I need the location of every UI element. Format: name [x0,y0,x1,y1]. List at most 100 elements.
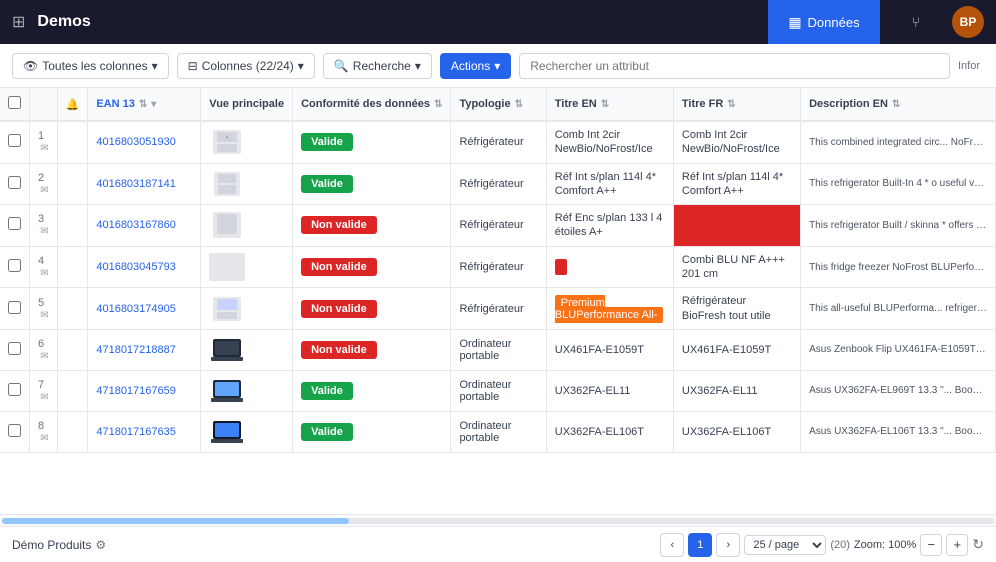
filter-icon-ean[interactable]: ▾ [151,99,156,110]
descen-cell: Asus UX362FA-EL969T 13.3 "... Book PC To… [801,370,996,411]
row-number: 5 [38,297,44,309]
conformite-badge: Non valide [301,300,377,318]
tab-donnees[interactable]: ▦ Données [768,0,879,44]
grid-icon[interactable]: ⊞ [12,12,25,32]
actions-button[interactable]: Actions ▾ [440,53,511,79]
tab-workflow[interactable]: ⑂ [892,0,940,44]
message-icon[interactable]: ✉ [40,226,48,237]
infor-label: Infor [958,60,984,72]
attribute-search-input[interactable] [519,53,950,79]
typo-cell: Réfrigérateur [451,121,546,163]
th-titreen[interactable]: Titre EN ⇅ [546,88,673,121]
message-icon[interactable]: ✉ [40,433,48,444]
ean13-cell: 4718017167659 [88,370,201,411]
ean13-cell: 4718017218887 [88,329,201,370]
horizontal-scrollbar[interactable] [0,514,996,526]
search-filter-button[interactable]: 🔍 Recherche ▾ [323,53,432,79]
row-number-cell: 4 ✉ [30,246,58,288]
row-checkbox[interactable] [8,342,21,355]
th-ean13[interactable]: EAN 13 ⇅ ▾ [88,88,201,121]
scrollbar-thumb [2,518,349,524]
row-checkbox[interactable] [8,424,21,437]
row-checkbox[interactable] [8,217,21,230]
product-thumbnail [209,170,245,198]
row-number-cell: 6 ✉ [30,329,58,370]
ean13-cell: 4718017167635 [88,411,201,452]
conformite-badge: Valide [301,382,353,400]
row-number: 6 [38,338,44,350]
message-icon[interactable]: ✉ [40,392,48,403]
th-descen[interactable]: Description EN ⇅ [801,88,996,121]
prev-page-button[interactable]: ‹ [660,533,684,557]
row-checkbox[interactable] [8,259,21,272]
th-vue[interactable]: Vue principale [201,88,293,121]
row-checkbox[interactable] [8,383,21,396]
conformite-cell: Valide [293,163,451,205]
select-all-checkbox[interactable] [8,96,21,109]
sort-icon-typo: ⇅ [515,99,523,110]
conformite-cell: Non valide [293,329,451,370]
chevron-down-icon-4: ▾ [494,59,500,73]
row-checkbox[interactable] [8,301,21,314]
user-avatar[interactable]: BP [952,6,984,38]
sort-icon-conf: ⇅ [434,99,442,110]
table-row: 3 ✉ 4016803167860 Non valide Réfrigérate… [0,205,996,247]
all-columns-button[interactable]: 👁 Toutes les colonnes ▾ [12,53,169,79]
conformite-badge: Non valide [301,216,377,234]
typo-cell: Ordinateur portable [451,329,546,370]
message-icon[interactable]: ✉ [40,351,48,362]
descen-cell: This all-useful BLUPerforma... refrigera… [801,288,996,330]
vue-cell [201,121,293,163]
vue-cell [201,288,293,330]
zoom-label: Zoom: 100% [854,539,916,551]
titreen-cell: Comb Int 2cir NewBio/NoFrost/Ice [546,121,673,163]
demo-tag: Démo Produits ⚙ [12,538,106,552]
row-checkbox[interactable] [8,134,21,147]
columns-button[interactable]: ⊟ Colonnes (22/24) ▾ [177,53,315,79]
th-actions: 🔔 [57,88,88,121]
table-row: 7 ✉ 4718017167659 Valide Ordinateur port… [0,370,996,411]
row-actions-cell [57,411,88,452]
table-row: 4 ✉ 4016803045793 Non valide Réfrigérate… [0,246,996,288]
table-row: 5 ✉ 4016803174905 Non valide Réfrigérate… [0,288,996,330]
row-actions-cell [57,329,88,370]
actions-label: Actions [451,59,490,73]
typo-cell: Réfrigérateur [451,246,546,288]
row-checkbox-cell [0,121,30,163]
conformite-cell: Non valide [293,288,451,330]
conformite-cell: Valide [293,411,451,452]
typo-cell: Réfrigérateur [451,163,546,205]
chevron-down-icon-2: ▾ [298,59,304,73]
page-size-select[interactable]: 25 / page 50 / page 100 / page [744,535,826,555]
th-titrefr[interactable]: Titre FR ⇅ [673,88,800,121]
refresh-icon[interactable]: ↻ [972,536,984,553]
gear-icon[interactable]: ⚙ [95,538,106,552]
message-icon[interactable]: ✉ [40,268,48,279]
th-conformite[interactable]: Conformité des données ⇅ [293,88,451,121]
titreen-cell: Réf Enc s/plan 133 l 4 étoiles A+ [546,205,673,247]
data-table-wrapper: 🔔 EAN 13 ⇅ ▾ Vue principale Co [0,88,996,514]
table-header-row: 🔔 EAN 13 ⇅ ▾ Vue principale Co [0,88,996,121]
zoom-in-button[interactable]: + [946,534,968,556]
page-1-button[interactable]: 1 [688,533,712,557]
zoom-out-button[interactable]: − [920,534,942,556]
message-icon[interactable]: ✉ [40,143,48,154]
workflow-icon: ⑂ [912,14,920,30]
th-checkbox [0,88,30,121]
typo-cell: Ordinateur portable [451,370,546,411]
vue-label: Vue principale [209,98,284,110]
row-checkbox[interactable] [8,176,21,189]
chevron-down-icon-3: ▾ [415,59,421,73]
row-number-cell: 2 ✉ [30,163,58,205]
table-row: 6 ✉ 4718017218887 Non valide Ordinateur … [0,329,996,370]
th-typo[interactable]: Typologie ⇅ [451,88,546,121]
titreen-label: Titre EN [555,98,597,110]
row-checkbox-cell [0,205,30,247]
vue-cell [201,205,293,247]
sort-icon-ean: ⇅ [139,99,147,110]
typo-label: Typologie [459,98,510,110]
data-table: 🔔 EAN 13 ⇅ ▾ Vue principale Co [0,88,996,453]
message-icon[interactable]: ✉ [40,185,48,196]
message-icon[interactable]: ✉ [40,310,48,321]
next-page-button[interactable]: › [716,533,740,557]
